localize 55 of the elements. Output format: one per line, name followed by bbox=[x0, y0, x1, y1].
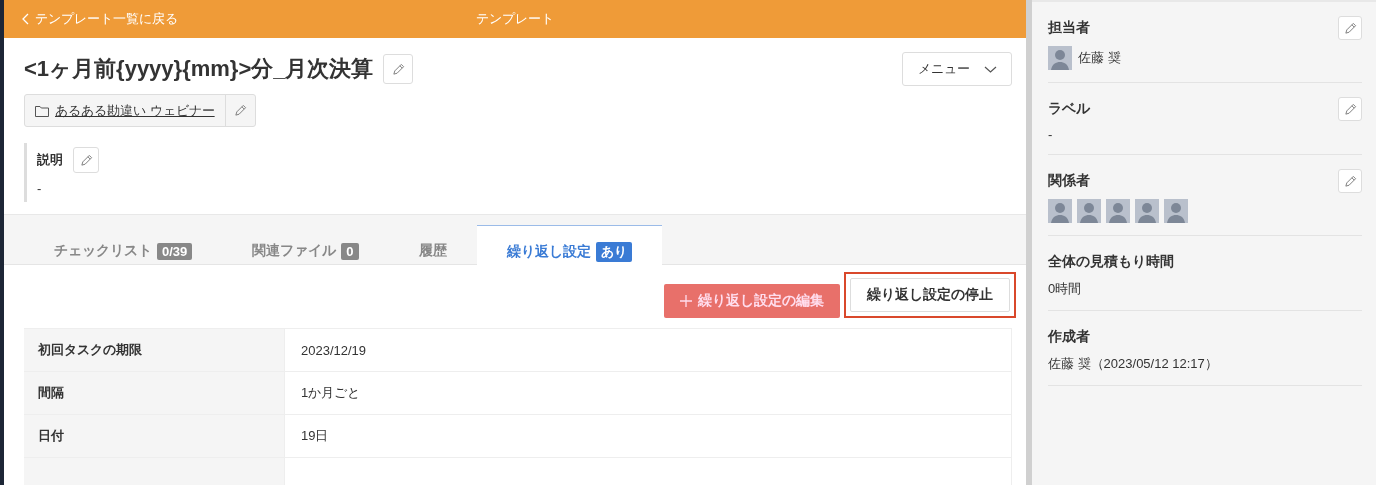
avatar-placeholder bbox=[1048, 199, 1072, 223]
menu-dropdown[interactable]: メニュー bbox=[902, 52, 1012, 86]
chevron-left-icon bbox=[22, 13, 29, 25]
section-title: 担当者 bbox=[1048, 19, 1090, 37]
table-cell: 19日 bbox=[285, 415, 1012, 457]
count-badge: あり bbox=[595, 241, 632, 262]
pencil-icon bbox=[79, 153, 93, 167]
folder-icon bbox=[35, 104, 49, 117]
pencil-icon bbox=[233, 104, 247, 117]
assignee-name: 佐藤 奨 bbox=[1078, 49, 1121, 67]
folder-link[interactable]: あるある勘違い ウェビナー bbox=[25, 95, 225, 126]
edit-repeat-button[interactable]: 繰り返し設定の編集 bbox=[664, 284, 840, 318]
tab[interactable]: 履歴 bbox=[388, 225, 477, 277]
chevron-down-icon bbox=[983, 65, 997, 73]
header-title: テンプレート bbox=[476, 10, 554, 28]
section-title: 作成者 bbox=[1048, 328, 1090, 346]
back-link[interactable]: テンプレート一覧に戻る bbox=[22, 10, 178, 28]
tab[interactable]: チェックリスト 0/39 bbox=[24, 225, 223, 277]
tab[interactable]: 関連ファイル 0 bbox=[222, 225, 389, 277]
table-cell: 1か月ごと bbox=[285, 372, 1012, 414]
edit-button[interactable] bbox=[73, 147, 99, 173]
avatar-placeholder bbox=[1106, 199, 1130, 223]
section-title: 全体の見積もり時間 bbox=[1048, 253, 1174, 271]
avatar-placeholder bbox=[1048, 46, 1072, 70]
section-title: ラベル bbox=[1048, 100, 1090, 118]
pencil-icon bbox=[1343, 21, 1357, 35]
tab-label: 関連ファイル bbox=[252, 242, 337, 260]
edit-button[interactable] bbox=[1338, 97, 1362, 121]
edit-button[interactable] bbox=[1338, 16, 1362, 40]
count-badge: 0 bbox=[341, 242, 359, 260]
pencil-icon bbox=[1343, 174, 1357, 188]
avatar-placeholder bbox=[1077, 199, 1101, 223]
avatar-placeholder bbox=[1164, 199, 1188, 223]
table-cell: 2023/12/19 bbox=[285, 329, 1012, 371]
plus-icon bbox=[680, 295, 692, 307]
tab-label: 繰り返し設定 bbox=[506, 242, 591, 261]
edit-button[interactable] bbox=[383, 54, 414, 84]
section-value: - bbox=[1048, 127, 1054, 142]
pencil-icon bbox=[392, 62, 405, 76]
tab-label: チェックリスト bbox=[54, 242, 152, 260]
table-header-cell: 初回タスクの期限 bbox=[24, 329, 285, 371]
template-title: <1ヶ月前{yyyy}{mm}>分_月次決算 bbox=[24, 55, 374, 83]
count-badge: 0/39 bbox=[157, 242, 193, 260]
section-title: 関係者 bbox=[1048, 172, 1090, 190]
table-header-cell: 間隔 bbox=[24, 372, 285, 414]
table-header-cell: 日付 bbox=[24, 415, 285, 457]
edit-button[interactable] bbox=[1338, 169, 1362, 193]
tab-label: 履歴 bbox=[418, 242, 447, 260]
description-label: 説明 bbox=[37, 151, 63, 169]
pencil-icon bbox=[1343, 102, 1357, 116]
description-text: - bbox=[37, 181, 43, 196]
section-value: 0時間 bbox=[1048, 280, 1083, 298]
avatar-placeholder bbox=[1135, 199, 1159, 223]
stop-repeat-button[interactable]: 繰り返し設定の停止 bbox=[850, 278, 1010, 312]
section-value: 佐藤 奨（2023/05/12 12:17） bbox=[1048, 355, 1219, 373]
